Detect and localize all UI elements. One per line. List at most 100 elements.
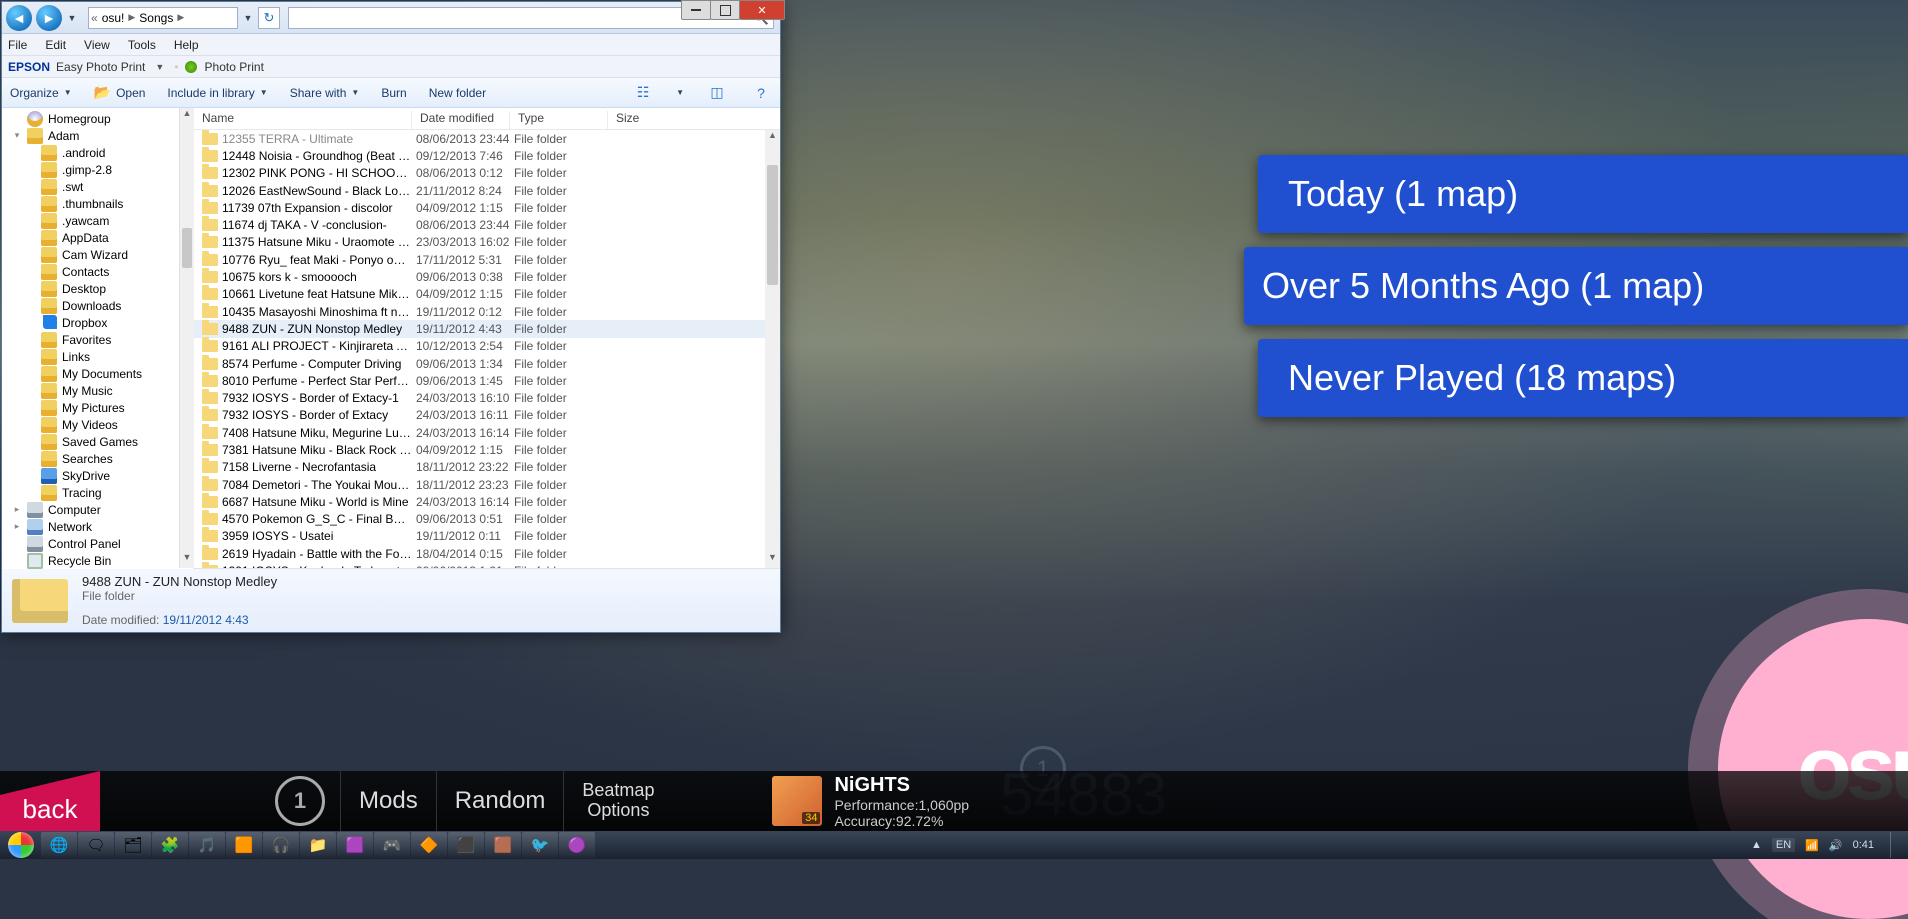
list-scrollbar[interactable]: ▲ ▼ (765, 130, 780, 568)
dropdown-icon[interactable]: ▼ (676, 88, 684, 97)
tree-item[interactable]: Tracing (2, 484, 193, 501)
tray-language[interactable]: EN (1772, 838, 1795, 852)
file-row[interactable]: 11375 Hatsune Miku - Uraomote Lovers23/0… (194, 234, 780, 251)
tree-item[interactable]: My Pictures (2, 399, 193, 416)
file-row[interactable]: 7381 Hatsune Miku - Black Rock Shooter04… (194, 441, 780, 458)
file-row[interactable]: 12448 Noisia - Groundhog (Beat Juggle)09… (194, 147, 780, 164)
file-row[interactable]: 8574 Perfume - Computer Driving09/06/201… (194, 355, 780, 372)
taskbar-item[interactable]: 🎮 (374, 832, 410, 858)
breadcrumb-seg-songs[interactable]: Songs (135, 11, 177, 25)
tree-item[interactable]: My Music (2, 382, 193, 399)
tree-item[interactable]: My Documents (2, 365, 193, 382)
taskbar-item[interactable]: 🗨 (78, 832, 114, 858)
tree-item[interactable]: Links (2, 348, 193, 365)
tree-item[interactable]: ▸Computer (2, 501, 193, 518)
close-button[interactable] (739, 0, 785, 20)
tree-item[interactable]: ▾Adam (2, 127, 193, 144)
tree-item[interactable]: Desktop (2, 280, 193, 297)
taskbar-item[interactable]: 🟧 (226, 832, 262, 858)
taskbar-item[interactable]: 🎵 (189, 832, 225, 858)
nav-back-button[interactable]: ◄ (6, 5, 32, 31)
expand-icon[interactable]: ▸ (12, 521, 22, 532)
taskbar-item[interactable]: 🟪 (337, 832, 373, 858)
menu-tools[interactable]: Tools (128, 38, 156, 52)
taskbar-item[interactable]: 🗂 (115, 832, 151, 858)
taskbar-item[interactable]: 🐦 (522, 832, 558, 858)
help-button[interactable]: ? (750, 82, 772, 104)
scroll-down-icon[interactable]: ▼ (765, 552, 780, 568)
column-name[interactable]: Name (194, 111, 412, 129)
random-button[interactable]: Random (436, 771, 564, 831)
file-row[interactable]: 10675 kors k - smooooch09/06/2013 0:38Fi… (194, 268, 780, 285)
category-never-played[interactable]: Never Played (18 maps) (1258, 339, 1908, 417)
tree-item[interactable]: Recycle Bin (2, 552, 193, 569)
user-panel[interactable]: 34 NiGHTS Performance:1,060pp Accuracy:9… (772, 771, 969, 831)
file-row[interactable]: 11739 07th Expansion - discolor04/09/201… (194, 199, 780, 216)
tray-network-icon[interactable]: 📶 (1805, 839, 1819, 852)
file-row[interactable]: 2619 Hyadain - Battle with the Four Fien… (194, 545, 780, 562)
taskbar-item[interactable]: 🟫 (485, 832, 521, 858)
menu-help[interactable]: Help (174, 38, 199, 52)
file-row[interactable]: 7084 Demetori - The Youkai Mountain ~ ..… (194, 476, 780, 493)
category-today[interactable]: Today (1 map) (1258, 155, 1908, 233)
category-over-5-months[interactable]: Over 5 Months Ago (1 map) (1244, 247, 1908, 325)
view-options-button[interactable]: ☷ (632, 82, 654, 104)
start-button[interactable] (2, 831, 40, 859)
epson-photo-print[interactable]: Photo Print (205, 60, 264, 74)
taskbar-item[interactable]: 🔶 (411, 832, 447, 858)
tree-item[interactable]: .swt (2, 178, 193, 195)
tree-item[interactable]: .yawcam (2, 212, 193, 229)
expand-icon[interactable]: ▾ (12, 130, 22, 141)
file-row[interactable]: 3959 IOSYS - Usatei19/11/2012 0:11File f… (194, 528, 780, 545)
organize-button[interactable]: Organize▼ (10, 86, 72, 100)
file-row[interactable]: 4570 Pokemon G_S_C - Final Battle09/06/2… (194, 511, 780, 528)
file-row[interactable]: 7158 Liverne - Necrofantasia18/11/2012 2… (194, 459, 780, 476)
file-row[interactable]: 12355 TERRA - Ultimate08/06/2013 23:44Fi… (194, 130, 780, 147)
scroll-thumb[interactable] (767, 165, 778, 285)
tray-show-hidden[interactable]: ▲ (1751, 839, 1762, 851)
tree-item[interactable]: Homegroup (2, 110, 193, 127)
scroll-up-icon[interactable]: ▲ (765, 130, 780, 146)
tree-item[interactable]: Cam Wizard (2, 246, 193, 263)
minimize-button[interactable] (681, 0, 711, 20)
scroll-down-icon[interactable]: ▼ (180, 552, 194, 568)
nav-history-dropdown[interactable]: ▼ (66, 6, 78, 30)
burn-button[interactable]: Burn (381, 86, 406, 100)
file-row[interactable]: 10776 Ryu_ feat Maki - Ponyo on the Clif… (194, 251, 780, 268)
epson-easy-photo-print[interactable]: Easy Photo Print (56, 60, 145, 74)
file-row[interactable]: 10661 Livetune feat Hatsune Miku - Carol… (194, 286, 780, 303)
scroll-thumb[interactable] (182, 228, 192, 268)
file-row[interactable]: 7932 IOSYS - Border of Extacy-124/03/201… (194, 389, 780, 406)
menu-view[interactable]: View (84, 38, 110, 52)
new-folder-button[interactable]: New folder (429, 86, 486, 100)
show-desktop-button[interactable] (1890, 832, 1900, 858)
file-row[interactable]: 10435 Masayoshi Minoshima ft nomico ...1… (194, 303, 780, 320)
taskbar-item[interactable]: 🧩 (152, 832, 188, 858)
file-row[interactable]: 12302 PINK PONG - HI SCHOOL DREAM08/06/2… (194, 165, 780, 182)
open-button[interactable]: 📂Open (94, 84, 146, 101)
share-with-button[interactable]: Share with▼ (290, 86, 360, 100)
file-row[interactable]: 9161 ALI PROJECT - Kinjirareta Asobi (TV… (194, 338, 780, 355)
back-button[interactable]: back (0, 771, 100, 831)
menu-file[interactable]: File (8, 38, 27, 52)
file-row[interactable]: 8010 Perfume - Perfect Star Perfect Styl… (194, 372, 780, 389)
refresh-button[interactable]: ↻ (258, 7, 280, 29)
expand-icon[interactable]: ▸ (12, 504, 22, 515)
tray-volume-icon[interactable]: 🔊 (1829, 839, 1843, 852)
tray-clock[interactable]: 0:41 (1853, 839, 1874, 851)
tree-item[interactable]: My Videos (2, 416, 193, 433)
taskbar-item[interactable]: 🎧 (263, 832, 299, 858)
breadcrumb[interactable]: « osu! ▶ Songs ▶ (88, 7, 238, 29)
file-row[interactable]: 7932 IOSYS - Border of Extacy24/03/2013 … (194, 407, 780, 424)
breadcrumb-dropdown[interactable]: ▼ (242, 6, 254, 30)
file-row[interactable]: 7408 Hatsune Miku, Megurine Luka - Ma...… (194, 424, 780, 441)
tree-item[interactable]: Contacts (2, 263, 193, 280)
menu-edit[interactable]: Edit (45, 38, 66, 52)
tree-item[interactable]: Downloads (2, 297, 193, 314)
tree-item[interactable]: Favorites (2, 331, 193, 348)
tree-item[interactable]: Control Panel (2, 535, 193, 552)
mods-button[interactable]: Mods (340, 771, 436, 831)
tree-item[interactable]: .thumbnails (2, 195, 193, 212)
file-row[interactable]: 6687 Hatsune Miku - World is Mine24/03/2… (194, 493, 780, 510)
taskbar-item[interactable]: 🌐 (41, 832, 77, 858)
